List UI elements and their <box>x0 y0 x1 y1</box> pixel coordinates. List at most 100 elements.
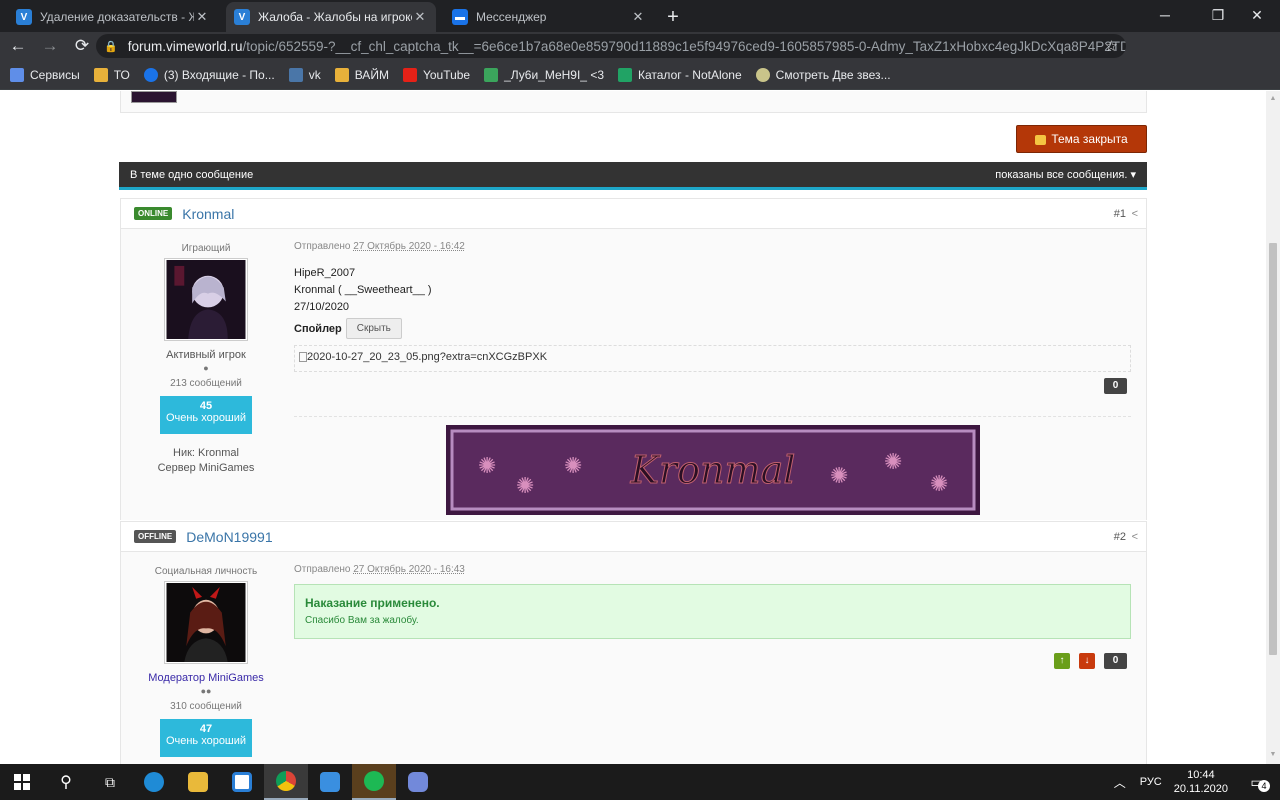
show-all-posts-dropdown[interactable]: показаны все сообщения. ▾ <box>995 168 1136 181</box>
star-decoration-icon: ✺ <box>884 450 902 475</box>
folder-icon <box>93 67 108 82</box>
vote-down-icon[interactable]: ↓ <box>1079 653 1095 669</box>
post-author-link[interactable]: DeMoN19991 <box>186 529 272 545</box>
chrome-icon[interactable] <box>264 764 308 800</box>
post-date: Отправлено 27 Октябрь 2020 - 16:42 <box>294 241 465 252</box>
bookmark-vaim[interactable]: ВАЙМ <box>334 67 389 82</box>
avatar <box>131 91 177 103</box>
vimeworld-launcher-icon[interactable] <box>308 764 352 800</box>
lock-icon: 🔒 <box>104 40 118 53</box>
file-explorer-icon[interactable] <box>176 764 220 800</box>
tab-title: Мессенджер <box>476 10 547 24</box>
scrollbar-thumb[interactable] <box>1269 243 1277 655</box>
vk-icon <box>288 67 303 82</box>
store-icon[interactable] <box>220 764 264 800</box>
notifications-icon[interactable]: ▭ 4 <box>1242 774 1272 792</box>
reload-icon[interactable]: ⟳ <box>68 32 96 60</box>
bookmark-two-stars[interactable]: Смотреть Две звез... <box>755 67 891 82</box>
bookmark-youtube[interactable]: YouTube <box>402 67 470 82</box>
broken-image-icon <box>299 352 307 363</box>
browser-toolbar: ← → ⟳ 🔒 forum.vimeworld.ru /topic/652559… <box>0 32 1280 88</box>
bookmark-services[interactable]: Сервисы <box>10 67 80 82</box>
post-header: OFFLINE DeMoN19991 #2 < <box>121 522 1146 552</box>
bookmark-notalone[interactable]: Каталог - NotAlone <box>618 67 742 82</box>
apps-grid-icon <box>10 67 24 82</box>
address-bar[interactable]: 🔒 forum.vimeworld.ru /topic/652559-?__cf… <box>96 34 1126 58</box>
close-tab-icon[interactable]: ✕ <box>412 9 428 25</box>
post-header: ONLINE Kronmal #1 < <box>121 199 1146 229</box>
punishment-notice: Наказание применено. Спасибо Вам за жало… <box>294 584 1131 639</box>
reputation-value: 47 <box>199 723 213 735</box>
topic-closed-button[interactable]: Тема закрыта <box>1016 125 1147 153</box>
chevron-down-icon: ▾ <box>1130 169 1136 181</box>
post: ONLINE Kronmal #1 < Играющий Активный иг… <box>120 198 1147 520</box>
bookmark-inbox[interactable]: (3) Входящие - По... <box>143 67 275 82</box>
minimize-button[interactable]: ─ <box>1142 0 1188 30</box>
reputation-label: Очень хороший <box>165 412 247 424</box>
star-decoration-icon: ✺ <box>478 454 496 479</box>
bookmark-lyubi[interactable]: _Лу6и_МеН9І_ <3 <box>484 67 604 82</box>
signature-banner: ✺ ✺ ✺ ✺ ✺ ✺ Kronmal <box>446 425 980 515</box>
avatar[interactable] <box>164 258 248 341</box>
close-tab-icon[interactable]: ✕ <box>194 9 210 25</box>
spoiler-hide-button[interactable]: Скрыть <box>345 318 402 339</box>
scroll-up-icon[interactable]: ▲ <box>1269 95 1277 102</box>
nick-field: Ник: Kronmal <box>173 447 239 459</box>
rank-pips: ● <box>203 363 209 373</box>
offline-badge: OFFLINE <box>134 530 177 543</box>
star-decoration-icon: ✺ <box>930 472 948 497</box>
edge-icon[interactable] <box>132 764 176 800</box>
site-favicon-icon <box>755 67 770 82</box>
member-rank: Модератор MiniGames <box>148 672 264 684</box>
scroll-down-icon[interactable]: ▼ <box>1269 751 1277 758</box>
bookmark-vk[interactable]: vk <box>288 67 321 82</box>
member-rank: Активный игрок <box>166 349 246 361</box>
notice-text: Спасибо Вам за жалобу. <box>305 615 419 626</box>
windows-start-icon[interactable] <box>0 764 44 800</box>
new-tab-button[interactable]: + <box>658 2 688 32</box>
bookmark-star-icon[interactable]: ☆ <box>1105 37 1118 55</box>
post-number-link[interactable]: #2 <box>1114 531 1126 543</box>
chevron-up-icon[interactable]: ︿ <box>1114 774 1126 791</box>
tab-complaint-active[interactable]: V Жалоба - Жалобы на игроков - ✕ <box>226 2 436 32</box>
page-scrollbar[interactable]: ▲ ▼ <box>1266 91 1280 764</box>
tab-title: Жалоба - Жалобы на игроков - <box>258 10 412 24</box>
clock[interactable]: 10:44 20.11.2020 <box>1174 768 1228 796</box>
close-tab-icon[interactable]: ✕ <box>630 9 646 25</box>
vimeworld-favicon-icon: V <box>234 9 250 25</box>
windows-taskbar: ⚲ ⧉ ︿ РУС 10:44 20.11.2020 ▭ 4 <box>0 764 1280 800</box>
notification-count-badge: 4 <box>1258 779 1270 792</box>
reputation-box: 47 Очень хороший <box>160 719 252 757</box>
task-view-icon[interactable]: ⧉ <box>88 764 132 800</box>
spoiler-content: 2020-10-27_20_23_05.png?extra=cnXCGzBPXK <box>294 345 1131 372</box>
post-number-link[interactable]: #1 <box>1114 208 1126 220</box>
tab-messenger[interactable]: ▬ Мессенджер ✕ <box>444 2 654 32</box>
close-window-button[interactable]: ✕ <box>1234 0 1280 30</box>
author-panel: Социальная личность Модератор MiniGames … <box>121 552 291 757</box>
share-icon[interactable]: < <box>1132 531 1138 543</box>
search-icon[interactable]: ⚲ <box>44 764 88 800</box>
avatar[interactable] <box>164 581 248 664</box>
youtube-icon <box>402 67 417 82</box>
back-arrow-icon[interactable]: ← <box>4 32 32 60</box>
spotify-icon[interactable] <box>352 764 396 800</box>
spoiler-header: Спойлер Скрыть <box>294 318 1131 339</box>
reputation-box: 45 Очень хороший <box>160 396 252 434</box>
forward-arrow-icon[interactable]: → <box>36 32 64 60</box>
star-decoration-icon: ✺ <box>564 454 582 479</box>
star-decoration-icon: ✺ <box>830 464 848 489</box>
post-body: Социальная личность Модератор MiniGames … <box>121 552 1146 764</box>
mail-icon <box>143 67 158 82</box>
share-icon[interactable]: < <box>1132 208 1138 220</box>
language-indicator[interactable]: РУС <box>1140 776 1162 788</box>
vote-up-icon[interactable]: ↑ <box>1054 653 1070 669</box>
lock-icon <box>1035 135 1047 145</box>
rank-pips: ●● <box>200 686 212 696</box>
reputation-label: Очень хороший <box>165 735 247 747</box>
bookmark-to[interactable]: ТО <box>93 67 130 82</box>
tab-complaint-removal[interactable]: V Удаление доказательств - Жало ✕ <box>8 2 218 32</box>
post-author-link[interactable]: Kronmal <box>182 206 234 222</box>
topic-post-count-text: В теме одно сообщение <box>130 168 254 181</box>
tab-title: Удаление доказательств - Жало <box>40 10 194 24</box>
discord-icon[interactable] <box>396 764 440 800</box>
